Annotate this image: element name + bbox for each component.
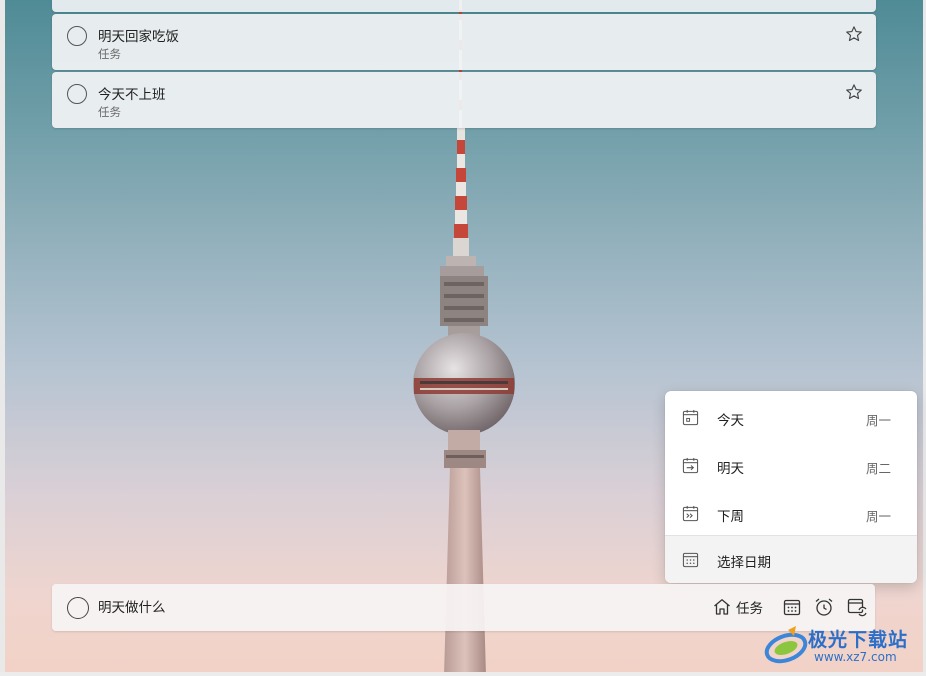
menu-item-weekday: 周一	[865, 413, 891, 428]
task-title: 明天回家吃饭	[98, 29, 179, 45]
repeat-button[interactable]	[846, 596, 868, 618]
calendar-today-icon	[682, 409, 699, 426]
window-frame-left	[0, 0, 5, 676]
task-list-name: 任务	[98, 47, 121, 61]
menu-item-label: 明天	[717, 461, 744, 477]
calendar-tomorrow-icon	[682, 457, 699, 474]
task-card-partial[interactable]	[52, 0, 876, 12]
watermark-url: www.xz7.com	[814, 650, 897, 664]
reminder-button[interactable]	[813, 596, 835, 618]
menu-item-weekday: 周二	[865, 461, 891, 476]
due-date-menu: 今天 周一 明天 周二 下周 周一 选择日期	[665, 391, 917, 583]
menu-item-today[interactable]: 今天 周一	[665, 393, 917, 441]
complete-checkbox[interactable]	[67, 84, 87, 104]
complete-checkbox[interactable]	[67, 26, 87, 46]
watermark-name: 极光下载站	[808, 629, 909, 651]
star-icon[interactable]	[845, 83, 863, 101]
watermark-logo-icon	[764, 626, 808, 664]
alarm-clock-icon	[815, 598, 833, 616]
due-date-button[interactable]	[782, 596, 802, 618]
list-selector-label: 任务	[736, 601, 763, 617]
window-frame-bottom	[0, 672, 926, 676]
calendar-next-week-icon	[682, 505, 699, 522]
menu-item-weekday: 周一	[865, 509, 891, 524]
house-icon	[714, 599, 730, 615]
task-item[interactable]: 今天不上班 任务	[52, 72, 876, 128]
calendar-icon	[783, 599, 801, 616]
menu-item-pick-date[interactable]: 选择日期	[665, 536, 917, 583]
add-task-bar: 任务	[52, 584, 875, 631]
list-selector-button[interactable]: 任务	[712, 596, 763, 618]
star-icon[interactable]	[845, 25, 863, 43]
menu-item-label: 下周	[717, 509, 744, 525]
task-title: 今天不上班	[98, 87, 166, 103]
calendar-pick-date-icon	[682, 552, 699, 568]
task-item[interactable]: 明天回家吃饭 任务	[52, 14, 876, 70]
menu-item-tomorrow[interactable]: 明天 周二	[665, 441, 917, 489]
repeat-calendar-icon	[847, 598, 867, 617]
add-task-input[interactable]	[98, 598, 638, 614]
task-list-name: 任务	[98, 105, 121, 119]
add-task-circle-icon	[67, 597, 89, 619]
menu-item-label: 选择日期	[717, 555, 771, 571]
site-watermark: 极光下载站 www.xz7.com	[764, 624, 920, 668]
menu-item-next-week[interactable]: 下周 周一	[665, 489, 917, 537]
menu-item-label: 今天	[717, 413, 744, 429]
